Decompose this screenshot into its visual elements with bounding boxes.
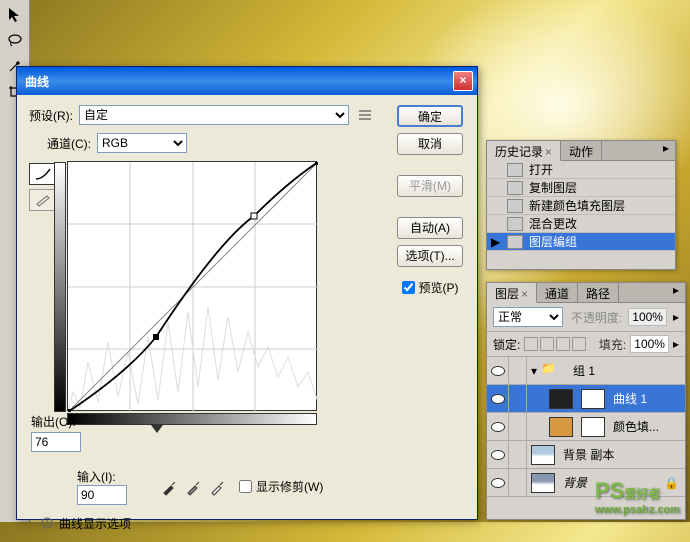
preview-checkbox[interactable]: [402, 281, 415, 294]
dialog-title: 曲线: [21, 73, 453, 90]
curves-dialog: 曲线 × 预设(R): 自定 通道(C): RGB: [16, 66, 478, 520]
preset-select[interactable]: 自定: [79, 105, 349, 125]
show-clipping-label: 显示修剪(W): [256, 478, 323, 495]
eye-icon[interactable]: [491, 478, 505, 488]
eyedropper-black-icon[interactable]: [161, 478, 179, 496]
lock-label: 锁定:: [493, 336, 520, 353]
layer-thumbnail: [531, 473, 555, 493]
history-item[interactable]: 复制图层: [487, 179, 675, 197]
opacity-chevron-icon[interactable]: ▸: [673, 310, 679, 324]
layer-mask-thumbnail: [581, 417, 605, 437]
input-input[interactable]: [77, 485, 127, 505]
output-input[interactable]: [31, 432, 81, 452]
fill-chevron-icon[interactable]: ▸: [673, 337, 679, 351]
history-item[interactable]: ▶图层编组: [487, 233, 675, 251]
tab-paths[interactable]: 路径: [578, 283, 619, 302]
tab-channels[interactable]: 通道: [537, 283, 578, 302]
layer-item-fill[interactable]: 颜色填...: [487, 413, 685, 441]
watermark: PS爱好者 www.psahz.com: [595, 478, 680, 516]
blend-mode-select[interactable]: 正常: [493, 307, 563, 327]
eyedropper-white-icon[interactable]: [209, 478, 227, 496]
channel-label: 通道(C):: [47, 135, 91, 152]
lock-position-icon[interactable]: [556, 337, 570, 351]
panel-menu-icon[interactable]: ▸: [667, 283, 685, 302]
output-gradient: [54, 162, 66, 412]
layer-mask-thumbnail: [581, 389, 605, 409]
input-slider[interactable]: [67, 425, 317, 435]
smooth-button: 平滑(M): [397, 175, 463, 197]
folder-icon: 📁: [541, 361, 565, 381]
preset-label: 预设(R):: [29, 107, 73, 124]
history-item[interactable]: 混合更改: [487, 215, 675, 233]
fill-label: 填充:: [599, 336, 626, 353]
tab-actions[interactable]: 动作: [561, 141, 602, 160]
chevron-right-icon[interactable]: [41, 517, 55, 531]
panel-menu-icon[interactable]: ▸: [657, 141, 675, 160]
chevron-down-icon[interactable]: ▾: [531, 364, 537, 378]
layer-item-curves[interactable]: 曲线 1: [487, 385, 685, 413]
preview-label: 预览(P): [419, 279, 459, 296]
eye-icon[interactable]: [491, 394, 505, 404]
curve-point-tool-icon[interactable]: [29, 163, 57, 185]
eye-icon[interactable]: [491, 366, 505, 376]
history-item[interactable]: 打开: [487, 161, 675, 179]
cancel-button[interactable]: 取消: [397, 133, 463, 155]
layer-thumbnail: [531, 445, 555, 465]
auto-button[interactable]: 自动(A): [397, 217, 463, 239]
eye-icon[interactable]: [491, 450, 505, 460]
lock-pixels-icon[interactable]: [540, 337, 554, 351]
output-label: 输出(O):: [31, 413, 76, 430]
layer-item-group[interactable]: ▾ 📁 组 1: [487, 357, 685, 385]
eye-icon[interactable]: [491, 422, 505, 432]
ok-button[interactable]: 确定: [397, 105, 463, 127]
history-panel: 历史记录× 动作 ▸ 打开 复制图层 新建颜色填充图层 混合更改 ▶图层编组: [486, 140, 676, 270]
options-button[interactable]: 选项(T)...: [397, 245, 463, 267]
fill-value[interactable]: 100%: [630, 335, 669, 353]
input-gradient: [67, 413, 317, 425]
move-tool-icon[interactable]: [3, 2, 27, 26]
tab-layers[interactable]: 图层×: [487, 283, 537, 303]
lock-all-icon[interactable]: [572, 337, 586, 351]
dialog-titlebar[interactable]: 曲线 ×: [17, 67, 477, 95]
close-icon[interactable]: ×: [453, 71, 473, 91]
eyedropper-gray-icon[interactable]: [185, 478, 203, 496]
history-item[interactable]: 新建颜色填充图层: [487, 197, 675, 215]
layer-item-copy[interactable]: 背景 副本: [487, 441, 685, 469]
opacity-label: 不透明度:: [571, 309, 622, 326]
layer-thumbnail: [549, 389, 573, 409]
opacity-value[interactable]: 100%: [628, 308, 667, 326]
preset-menu-icon[interactable]: [355, 106, 375, 124]
lock-transparent-icon[interactable]: [524, 337, 538, 351]
curve-graph[interactable]: [67, 161, 317, 411]
layer-thumbnail: [549, 417, 573, 437]
show-clipping-checkbox[interactable]: [239, 480, 252, 493]
display-options-label[interactable]: 曲线显示选项: [59, 515, 131, 532]
lasso-tool-icon[interactable]: [3, 28, 27, 52]
channel-select[interactable]: RGB: [97, 133, 187, 153]
input-label: 输入(I):: [77, 468, 127, 485]
tab-history[interactable]: 历史记录×: [487, 141, 561, 161]
curve-pencil-tool-icon[interactable]: [29, 189, 57, 211]
